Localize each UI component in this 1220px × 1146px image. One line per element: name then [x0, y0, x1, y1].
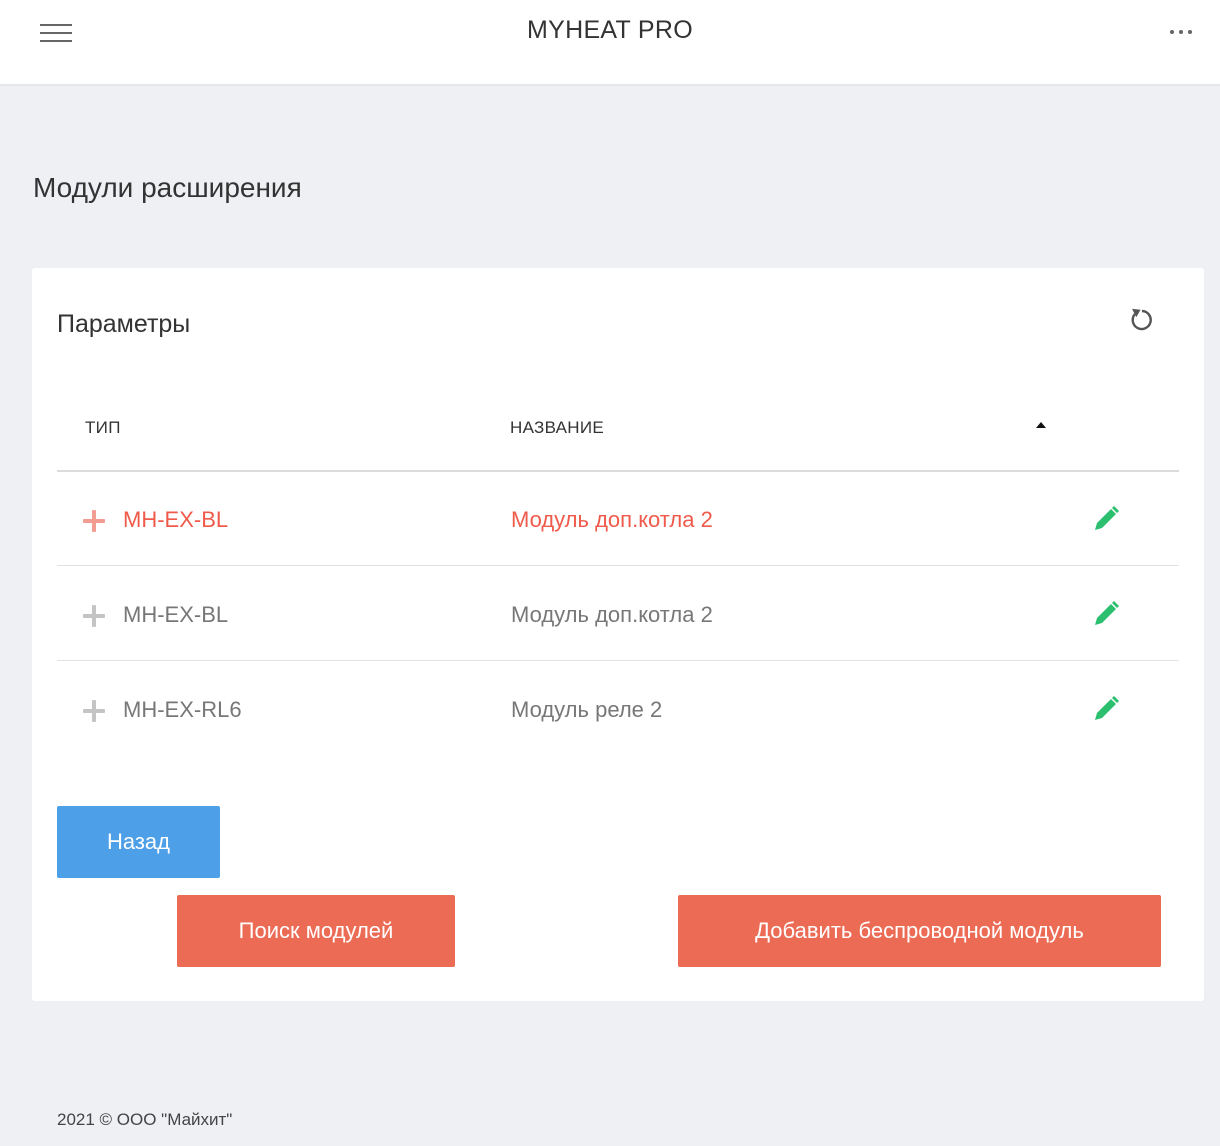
column-header-name[interactable]: НАЗВАНИЕ	[510, 418, 604, 438]
card-title: Параметры	[57, 310, 191, 338]
sort-asc-icon[interactable]	[1032, 418, 1050, 430]
row-name: Модуль реле 2	[511, 697, 663, 722]
parameters-card: Параметры ТИП НАЗВАНИЕ MH-EX-BL Модуль д…	[32, 268, 1204, 1001]
app-title: MYHEAT PRO	[527, 16, 693, 44]
row-name: Модуль доп.котла 2	[511, 507, 713, 532]
column-header-type[interactable]: ТИП	[85, 418, 121, 438]
edit-pencil-icon[interactable]	[1089, 502, 1123, 536]
edit-pencil-icon[interactable]	[1089, 692, 1123, 726]
back-button[interactable]: Назад	[57, 806, 220, 878]
expand-plus-icon[interactable]	[83, 605, 105, 627]
row-type: MH-EX-BL	[123, 507, 229, 532]
row-name: Модуль доп.котла 2	[511, 602, 713, 627]
more-dots-icon[interactable]	[1168, 28, 1196, 36]
table-row[interactable]: MH-EX-RL6 Модуль реле 2	[57, 662, 1179, 756]
add-wireless-module-button[interactable]: Добавить беспроводной модуль	[678, 895, 1161, 967]
expand-plus-icon[interactable]	[83, 700, 105, 722]
row-type: MH-EX-RL6	[123, 697, 242, 722]
search-modules-button[interactable]: Поиск модулей	[177, 895, 455, 967]
table-row[interactable]: MH-EX-BL Модуль доп.котла 2	[57, 567, 1179, 661]
edit-pencil-icon[interactable]	[1089, 597, 1123, 631]
refresh-icon[interactable]	[1126, 304, 1158, 336]
row-type: MH-EX-BL	[123, 602, 229, 627]
top-bar: MYHEAT PRO	[0, 0, 1220, 86]
table-row[interactable]: MH-EX-BL Модуль доп.котла 2	[57, 472, 1179, 566]
page-title: Модули расширения	[33, 172, 302, 203]
footer-copyright: 2021 © ООО "Майхит"	[57, 1110, 233, 1129]
expand-plus-icon[interactable]	[83, 510, 105, 532]
